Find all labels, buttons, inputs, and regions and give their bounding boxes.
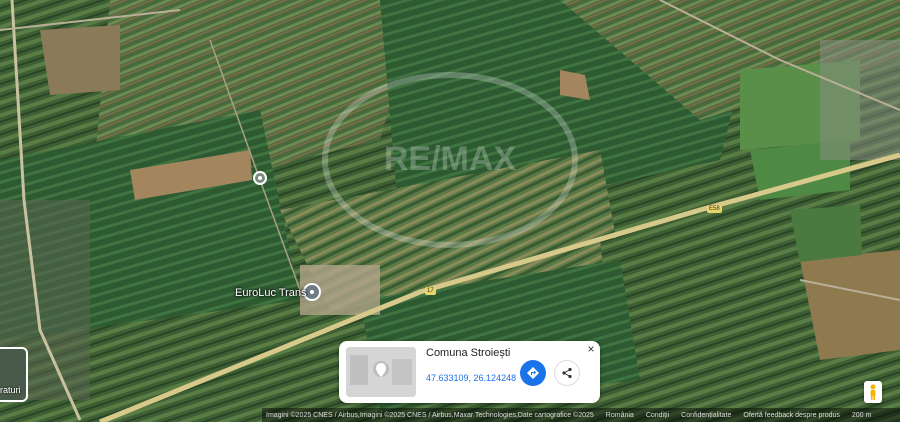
directions-icon [527, 367, 539, 379]
layers-label: raturi [0, 385, 21, 395]
footer-link-privacy[interactable]: Confidențialitate [681, 412, 731, 419]
layers-toggle-button[interactable]: raturi [0, 347, 28, 402]
place-thumbnail[interactable] [346, 347, 416, 397]
pegman-icon[interactable] [864, 381, 882, 403]
imagery-credit: Imagini ©2025 CNES / Airbus,Imagini ©202… [266, 411, 594, 419]
poi-marker[interactable] [253, 171, 267, 185]
share-button[interactable] [554, 360, 580, 386]
place-info-card[interactable]: Comuna Stroiești 47.633109, 26.124248 × [339, 341, 600, 403]
footer-link-country[interactable]: România [606, 412, 634, 419]
directions-button[interactable] [520, 360, 546, 386]
close-icon[interactable]: × [584, 342, 598, 356]
share-icon [562, 367, 572, 379]
place-label-euroluc[interactable]: EuroLuc Trans [235, 287, 307, 299]
svg-text:RE/MAX: RE/MAX [384, 140, 517, 178]
road-shield-e58: E58 [707, 205, 722, 213]
place-coordinates[interactable]: 47.633109, 26.124248 [426, 373, 516, 383]
map-footer: Imagini ©2025 CNES / Airbus,Imagini ©202… [262, 408, 900, 422]
footer-link-terms[interactable]: Condiții [646, 412, 669, 419]
footer-link-feedback[interactable]: Ofertă feedback despre produs [743, 412, 840, 419]
place-title: Comuna Stroiești [426, 347, 511, 359]
scale-label[interactable]: 200 m [852, 412, 871, 419]
road-shield-17: 17 [425, 287, 436, 295]
